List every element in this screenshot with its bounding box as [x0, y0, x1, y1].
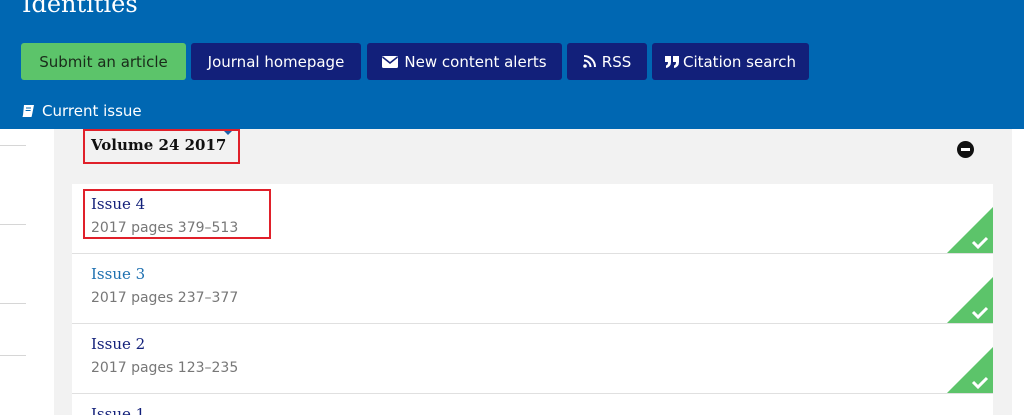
current-issue-label: Current issue — [42, 102, 142, 120]
issue-row[interactable]: Issue 2 2017 pages 123–235 — [72, 324, 993, 394]
rail-divider — [0, 145, 26, 146]
book-icon — [22, 104, 36, 118]
rail-divider — [0, 355, 26, 356]
rail-divider — [0, 224, 26, 225]
current-issue-link[interactable]: Current issue — [22, 101, 142, 121]
issue-pages: 2017 pages 123–235 — [91, 360, 239, 376]
issue-row[interactable]: Issue 1 — [72, 394, 993, 415]
access-checkmark-icon — [947, 277, 993, 323]
minus-circle-icon[interactable] — [957, 141, 974, 158]
issue-row[interactable]: Issue 3 2017 pages 237–377 — [72, 254, 993, 324]
issue-title[interactable]: Issue 4 — [91, 195, 145, 213]
journal-homepage-label: Journal homepage — [207, 52, 345, 71]
rss-icon — [582, 55, 596, 68]
issue-title[interactable]: Issue 3 — [91, 265, 145, 283]
issue-pages: 2017 pages 237–377 — [91, 290, 239, 306]
issue-title[interactable]: Issue 2 — [91, 335, 145, 353]
journal-homepage-button[interactable]: Journal homepage — [191, 43, 361, 80]
journal-title[interactable]: Identities — [22, 0, 138, 18]
rss-button[interactable]: RSS — [567, 43, 647, 80]
access-checkmark-icon — [947, 207, 993, 253]
issue-title[interactable]: Issue 1 — [91, 405, 145, 415]
issue-pages: 2017 pages 379–513 — [91, 220, 239, 236]
citation-search-label: Citation search — [682, 52, 797, 71]
issue-row[interactable]: Issue 4 2017 pages 379–513 — [72, 184, 993, 254]
caret-down-icon — [222, 129, 234, 135]
envelope-icon — [382, 55, 399, 68]
journal-header: Identities Submit an article Journal hom… — [0, 0, 1024, 129]
rss-label: RSS — [601, 52, 632, 71]
new-content-alerts-button[interactable]: New content alerts — [367, 43, 562, 80]
submit-article-button[interactable]: Submit an article — [21, 43, 186, 80]
new-content-alerts-label: New content alerts — [404, 52, 547, 71]
volume-title[interactable]: Volume 24 2017 — [91, 136, 226, 154]
citation-search-button[interactable]: Citation search — [652, 43, 809, 80]
submit-article-label: Submit an article — [39, 52, 168, 71]
quote-icon — [664, 55, 679, 68]
rail-divider — [0, 303, 26, 304]
access-checkmark-icon — [947, 347, 993, 393]
